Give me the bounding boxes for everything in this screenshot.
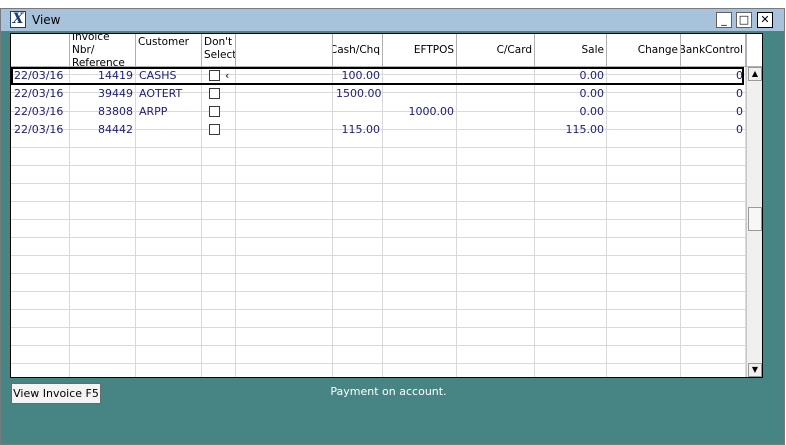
cell-eftpos	[383, 85, 457, 103]
scroll-thumb[interactable]	[748, 207, 762, 231]
cell-bankcontrol: 0	[736, 87, 743, 100]
cell-customer: AOTERT	[139, 87, 183, 100]
cell-sale: 115.00	[565, 123, 605, 136]
cell-date: 22/03/16	[14, 123, 64, 136]
column-header-date[interactable]	[11, 34, 70, 66]
cell-sale: 0.00	[579, 69, 605, 82]
view-window: X View _ □ ✕ Invoice Nbr/ Reference Custo…	[0, 8, 785, 445]
cell-eftpos	[383, 121, 457, 139]
background-window-strip	[0, 0, 786, 8]
cell-change	[607, 121, 681, 139]
column-header-customer[interactable]: Customer	[136, 34, 202, 66]
scroll-down-icon[interactable]: ▼	[748, 363, 762, 377]
cell-customer: ARPP	[139, 105, 168, 118]
cell-invoice: 84442	[98, 123, 133, 136]
table-row[interactable]: 22/03/16 14419 CASHS 100.00 0.00 0 ‹	[11, 67, 746, 85]
table-row[interactable]: 22/03/16 84442 115.00 115.00 0	[11, 121, 746, 139]
transactions-grid[interactable]: Invoice Nbr/ Reference Customer Don't Sele…	[10, 33, 763, 378]
title-bar[interactable]: X View _ □ ✕	[1, 9, 784, 31]
window-title: View	[32, 13, 61, 27]
row-marker	[222, 121, 236, 139]
cell-ccard	[457, 85, 535, 103]
vertical-scrollbar[interactable]: ▲ ▼	[746, 67, 762, 377]
cell-customer: CASHS	[139, 69, 177, 82]
minimize-button[interactable]: _	[716, 12, 732, 28]
cell-cash: 1500.00	[336, 87, 382, 100]
cell-cash: 115.00	[341, 123, 381, 136]
app-x-icon: X	[10, 11, 26, 28]
column-header-dont-select[interactable]: Don't Select	[202, 34, 236, 66]
cell-cash: 100.00	[341, 69, 381, 82]
cell-ccard	[457, 121, 535, 139]
column-header-bankcontrol[interactable]: BankControl	[681, 34, 746, 66]
dont-select-checkbox[interactable]	[209, 124, 220, 135]
column-header-sale[interactable]: Sale	[535, 34, 607, 66]
row-marker	[222, 85, 236, 103]
column-header-blank[interactable]	[236, 34, 333, 66]
cell-customer	[136, 121, 202, 139]
dont-select-checkbox[interactable]	[209, 106, 220, 117]
close-button[interactable]: ✕	[757, 12, 773, 28]
cell-change	[607, 67, 681, 85]
cell-change	[607, 85, 681, 103]
column-header-invoice[interactable]: Invoice Nbr/ Reference	[70, 34, 136, 66]
maximize-button[interactable]: □	[736, 12, 752, 28]
grid-header: Invoice Nbr/ Reference Customer Don't Sele…	[11, 34, 746, 67]
cell-invoice: 83808	[98, 105, 133, 118]
cell-change	[607, 103, 681, 121]
cell-sale: 0.00	[579, 105, 605, 118]
cell-ccard	[457, 103, 535, 121]
cell-date: 22/03/16	[14, 105, 64, 118]
header-corner	[746, 34, 762, 67]
cell-ccard	[457, 67, 535, 85]
cell-bankcontrol: 0	[736, 105, 743, 118]
row-marker	[222, 103, 236, 121]
column-header-eftpos[interactable]: EFTPOS	[383, 34, 457, 66]
cell-cash	[333, 103, 383, 121]
cell-date: 22/03/16	[14, 87, 64, 100]
cell-invoice: 39449	[98, 87, 133, 100]
cell-eftpos	[383, 67, 457, 85]
cell-bankcontrol: 0	[736, 123, 743, 136]
cell-invoice: 14419	[98, 69, 133, 82]
cell-bankcontrol: 0	[736, 69, 743, 82]
row-marker: ‹	[225, 69, 230, 82]
column-header-change[interactable]: Change	[607, 34, 681, 66]
dont-select-checkbox[interactable]	[209, 88, 220, 99]
table-row[interactable]: 22/03/16 39449 AOTERT 1500.00 0.00 0	[11, 85, 746, 103]
status-message: Payment on account.	[330, 385, 447, 398]
column-header-ccard[interactable]: C/Card	[457, 34, 535, 66]
view-invoice-button[interactable]: View Invoice F5	[11, 383, 101, 404]
cell-date: 22/03/16	[14, 69, 64, 82]
table-row[interactable]: 22/03/16 83808 ARPP 1000.00 0.00 0	[11, 103, 746, 121]
scroll-up-icon[interactable]: ▲	[748, 67, 762, 81]
dont-select-checkbox[interactable]	[209, 70, 220, 81]
cell-sale: 0.00	[579, 87, 605, 100]
column-header-cash[interactable]: Cash/Chq	[333, 34, 383, 66]
cell-eftpos: 1000.00	[408, 105, 455, 118]
